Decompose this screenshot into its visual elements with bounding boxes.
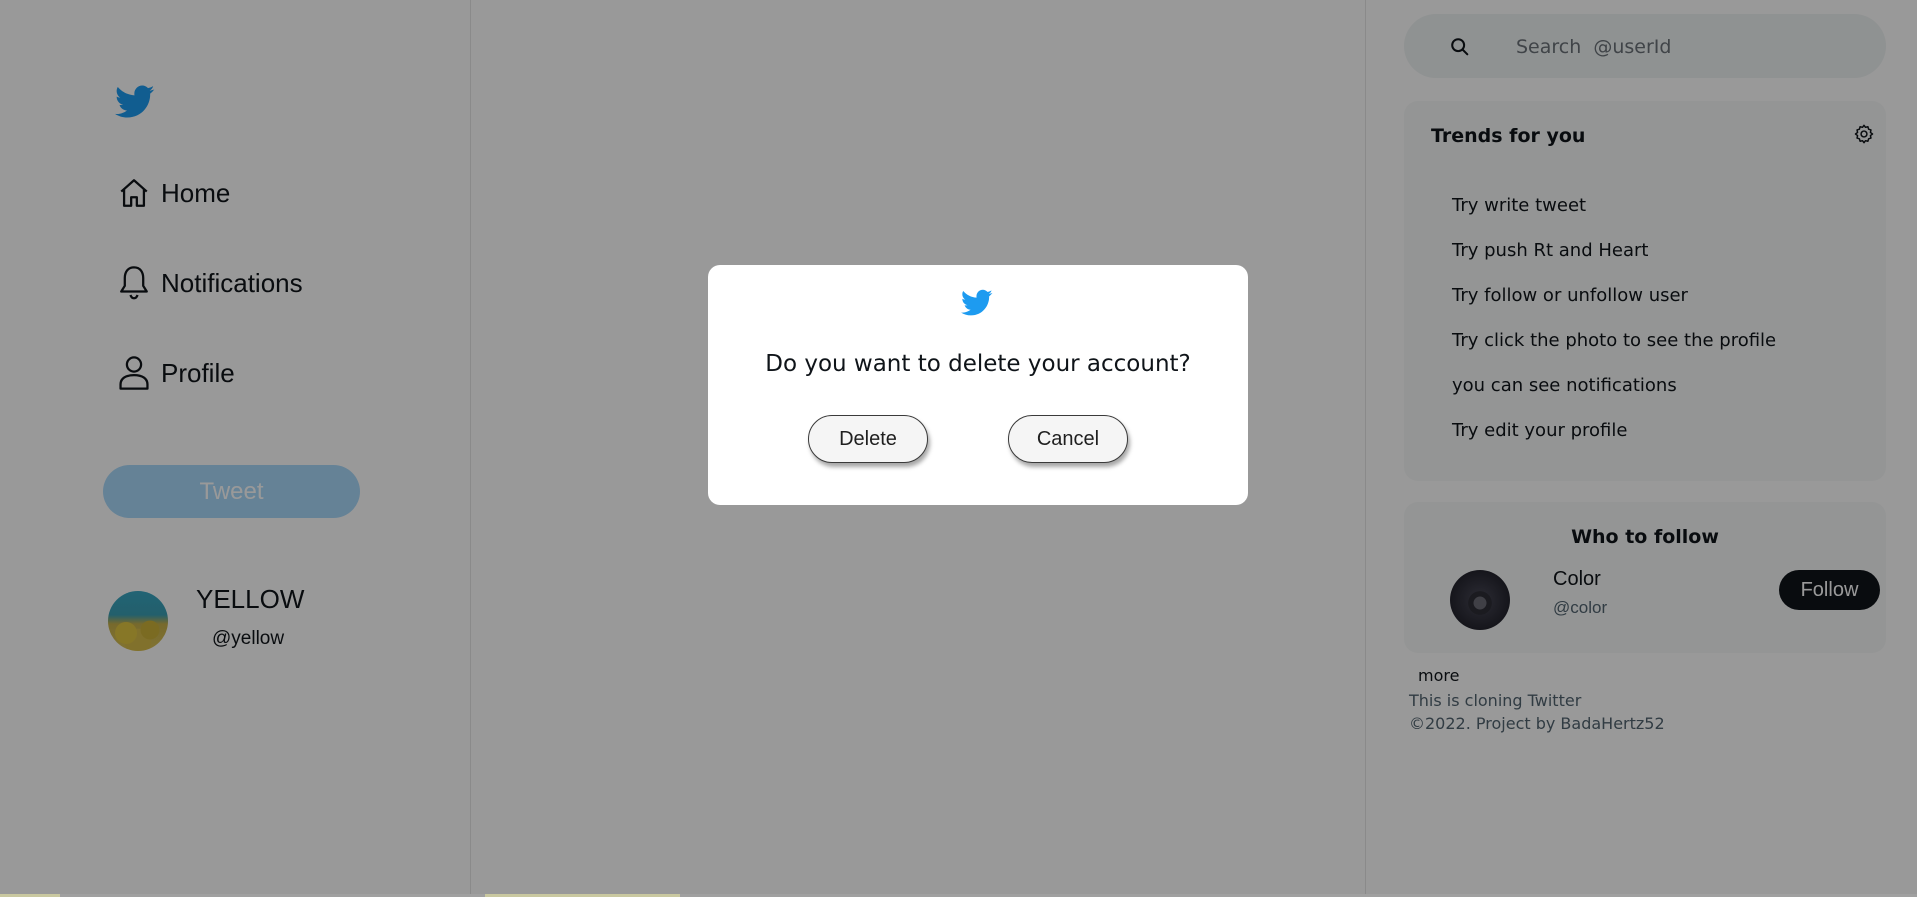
delete-button[interactable]: Delete (808, 415, 928, 463)
app-root: Home Notifications Profile Tweet YELLOW … (0, 0, 1917, 897)
twitter-bird-icon (961, 289, 993, 317)
cancel-button[interactable]: Cancel (1008, 415, 1128, 463)
dialog-message: Do you want to delete your account? (765, 351, 1191, 377)
delete-account-dialog: Do you want to delete your account? Dele… (708, 265, 1248, 505)
